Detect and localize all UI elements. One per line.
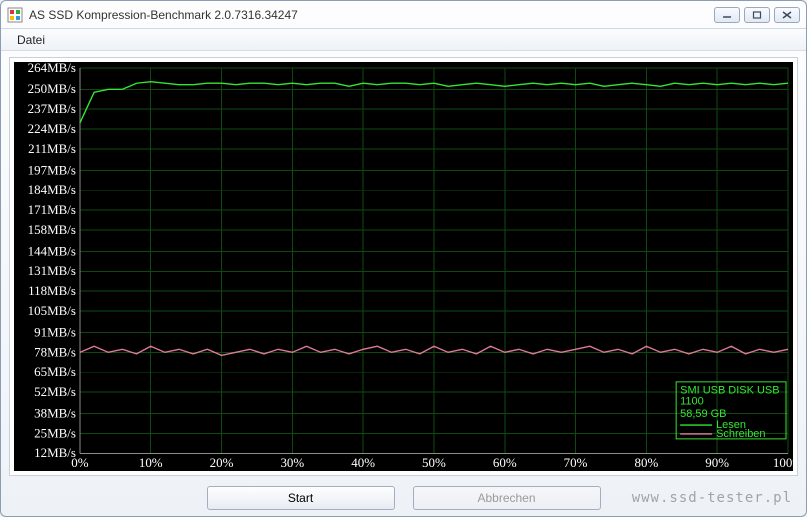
svg-text:70%: 70% [564, 456, 588, 470]
svg-text:211MB/s: 211MB/s [28, 142, 76, 156]
svg-text:78MB/s: 78MB/s [34, 345, 76, 359]
start-button[interactable]: Start [207, 486, 395, 510]
svg-text:65MB/s: 65MB/s [34, 365, 76, 379]
minimize-button[interactable] [714, 7, 740, 23]
titlebar: AS SSD Kompression-Benchmark 2.0.7316.34… [1, 1, 806, 29]
svg-text:158MB/s: 158MB/s [28, 223, 76, 237]
svg-text:197MB/s: 197MB/s [28, 163, 76, 177]
app-icon [7, 7, 23, 23]
cancel-button[interactable]: Abbrechen [413, 486, 601, 510]
svg-text:60%: 60% [493, 456, 517, 470]
svg-text:100%: 100% [773, 456, 793, 470]
svg-text:12MB/s: 12MB/s [34, 446, 76, 460]
window-controls [714, 7, 800, 23]
menubar: Datei [1, 29, 806, 51]
svg-text:264MB/s: 264MB/s [28, 62, 76, 75]
svg-text:90%: 90% [705, 456, 729, 470]
window-title: AS SSD Kompression-Benchmark 2.0.7316.34… [29, 8, 714, 22]
svg-text:30%: 30% [280, 456, 304, 470]
svg-text:0%: 0% [71, 456, 89, 470]
svg-text:184MB/s: 184MB/s [28, 183, 76, 197]
svg-text:105MB/s: 105MB/s [28, 304, 76, 318]
svg-text:224MB/s: 224MB/s [28, 122, 76, 136]
svg-text:250MB/s: 250MB/s [28, 82, 76, 96]
svg-text:237MB/s: 237MB/s [28, 102, 76, 116]
svg-text:50%: 50% [422, 456, 446, 470]
svg-text:80%: 80% [634, 456, 658, 470]
svg-text:38MB/s: 38MB/s [34, 407, 76, 421]
app-window: AS SSD Kompression-Benchmark 2.0.7316.34… [0, 0, 807, 517]
chart-area: 264MB/s 250MB/s 237MB/s 224MB/s 211MB/s 197MB… [14, 62, 793, 471]
svg-text:10%: 10% [139, 456, 163, 470]
menu-file[interactable]: Datei [9, 31, 53, 49]
svg-text:131MB/s: 131MB/s [28, 264, 76, 278]
compression-chart: 264MB/s 250MB/s 237MB/s 224MB/s 211MB/s 197MB… [14, 62, 793, 471]
chart-container: 264MB/s 250MB/s 237MB/s 224MB/s 211MB/s 197MB… [9, 57, 798, 476]
svg-text:91MB/s: 91MB/s [34, 326, 76, 340]
svg-text:Schreiben: Schreiben [716, 428, 765, 440]
svg-text:40%: 40% [351, 456, 375, 470]
svg-text:20%: 20% [210, 456, 234, 470]
svg-text:171MB/s: 171MB/s [28, 203, 76, 217]
svg-text:144MB/s: 144MB/s [28, 244, 76, 258]
button-row: Start Abbrechen [1, 480, 806, 516]
close-button[interactable] [774, 7, 800, 23]
svg-text:25MB/s: 25MB/s [34, 426, 76, 440]
svg-text:118MB/s: 118MB/s [28, 284, 76, 298]
svg-text:1100: 1100 [680, 396, 704, 408]
maximize-button[interactable] [744, 7, 770, 23]
svg-text:52MB/s: 52MB/s [34, 385, 76, 399]
